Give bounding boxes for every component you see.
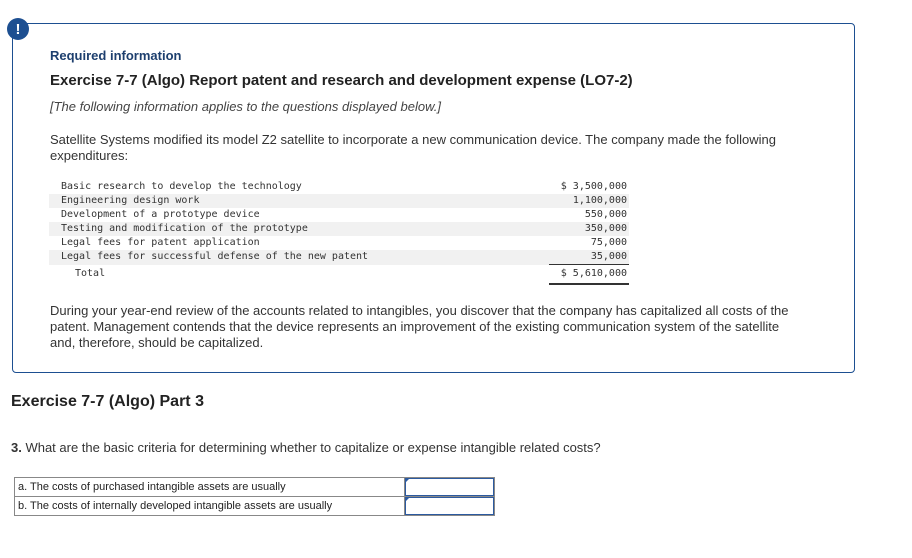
answer-label-a: a. The costs of purchased intangible ass…	[14, 477, 405, 497]
dropdown-marker-icon	[405, 497, 410, 502]
expense-amount: 550,000	[584, 209, 627, 220]
expense-label: Legal fees for patent application	[61, 237, 260, 248]
question: 3. What are the basic criteria for deter…	[11, 440, 601, 455]
expenditures-table: Basic research to develop the technology…	[49, 180, 629, 285]
answer-cell-a	[404, 477, 495, 497]
expense-amount: 75,000	[590, 237, 627, 248]
answer-input-a[interactable]	[405, 478, 494, 496]
answer-table: a. The costs of purchased intangible ass…	[14, 477, 495, 516]
expense-label: Engineering design work	[49, 194, 549, 208]
expense-amount: 35,000	[549, 250, 629, 265]
total-row: Total $ 5,610,000	[49, 264, 629, 285]
answer-cell-b	[404, 496, 495, 516]
table-row: Basic research to develop the technology…	[49, 180, 629, 194]
intro-paragraph: Satellite Systems modified its model Z2 …	[50, 132, 776, 163]
question-text: What are the basic criteria for determin…	[21, 440, 601, 455]
review-paragraph: During your year-end review of the accou…	[50, 303, 789, 350]
dropdown-marker-icon	[405, 478, 410, 483]
answer-row-a: a. The costs of purchased intangible ass…	[14, 477, 495, 497]
expense-amount: 350,000	[549, 222, 629, 236]
answer-label-b: b. The costs of internally developed int…	[14, 496, 405, 516]
part-title: Exercise 7-7 (Algo) Part 3	[11, 393, 204, 410]
expense-label: Testing and modification of the prototyp…	[49, 222, 549, 236]
question-number: 3.	[11, 440, 22, 455]
total-amount: $ 5,610,000	[549, 264, 629, 285]
answer-row-b: b. The costs of internally developed int…	[14, 496, 495, 516]
expense-label: Development of a prototype device	[61, 209, 260, 220]
expense-label: Legal fees for successful defense of the…	[49, 250, 549, 265]
answer-input-b[interactable]	[405, 497, 494, 515]
table-row: Testing and modification of the prototyp…	[49, 222, 629, 236]
total-label: Total	[75, 268, 106, 280]
expense-amount: 1,100,000	[549, 194, 629, 208]
info-note: [The following information applies to th…	[50, 99, 441, 114]
required-info-label: Required information	[50, 48, 182, 63]
table-row: Legal fees for patent application 75,000	[49, 236, 629, 250]
expense-amount: $ 3,500,000	[560, 181, 627, 192]
table-row: Engineering design work 1,100,000	[49, 194, 629, 208]
exercise-title: Exercise 7-7 (Algo) Report patent and re…	[50, 72, 633, 89]
table-row: Development of a prototype device 550,00…	[49, 208, 629, 222]
expense-label: Basic research to develop the technology	[61, 181, 302, 192]
table-row: Legal fees for successful defense of the…	[49, 250, 629, 265]
